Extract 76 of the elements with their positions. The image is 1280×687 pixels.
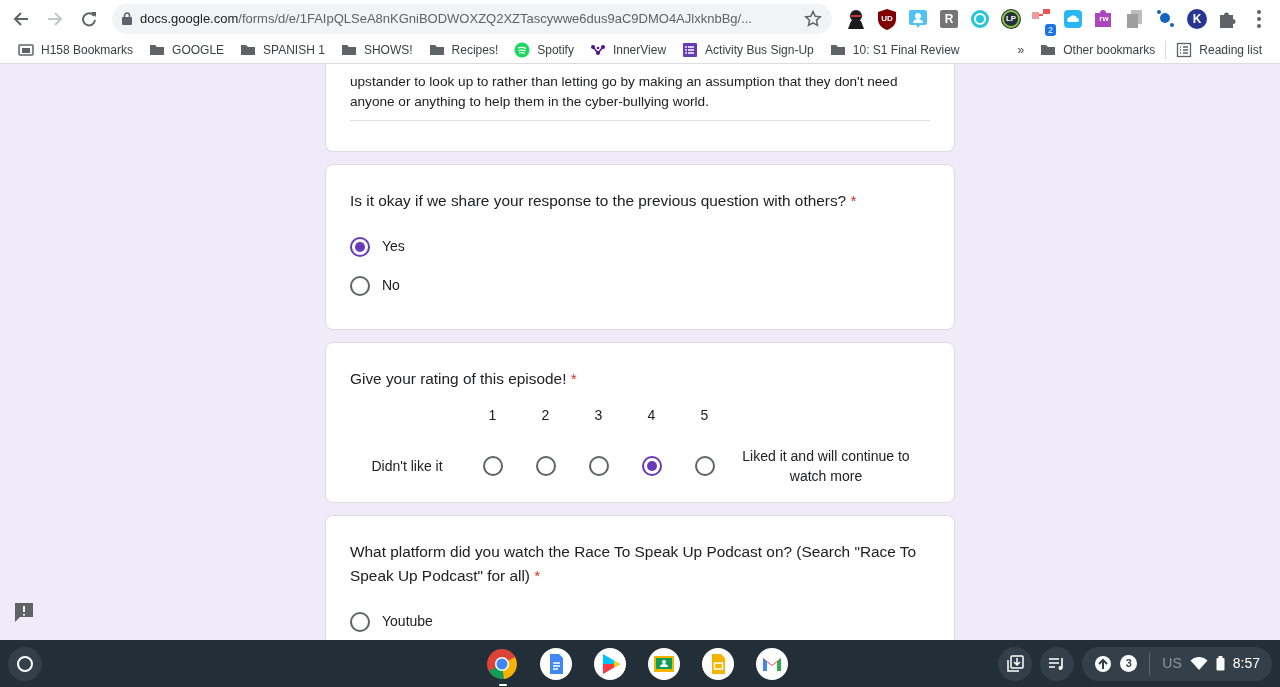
option-label: Yes [382, 237, 405, 256]
letter-button[interactable]: R [937, 3, 961, 34]
feedback-icon[interactable] [13, 601, 35, 623]
bookmark[interactable]: SHOWS! [332, 41, 421, 59]
scale-number: 4 [647, 406, 656, 425]
puzzle-button[interactable]: rw [1092, 3, 1116, 34]
bookmark[interactable]: H158 Bookmarks [10, 41, 142, 59]
url-text: docs.google.com/forms/d/e/1FAIpQLSeA8nKGniBODWOXZQ2XZTascywwe6dus9aC9DMO4AJlxknbBg/... [140, 9, 752, 28]
question-title: Give your rating of this episode! * [350, 369, 578, 389]
radio-button[interactable] [482, 456, 503, 476]
upload-icon [1094, 654, 1113, 673]
media-controls-button[interactable] [1040, 646, 1075, 681]
option-label: No [382, 276, 400, 295]
launcher-button[interactable] [8, 646, 42, 681]
overflow-button[interactable]: » [1009, 41, 1033, 59]
folder-icon [428, 42, 445, 58]
chrome-icon [486, 647, 518, 680]
clock-time: 8:57 [1232, 654, 1260, 673]
scale-low-label: Didn't like it [371, 456, 443, 476]
app-button[interactable] [540, 647, 572, 680]
app-button[interactable] [756, 647, 788, 680]
status-tray[interactable]: 3 US 8:57 [1082, 646, 1272, 681]
bookmark[interactable]: InnerView [581, 41, 675, 59]
question-title: What platform did you watch the Race To Speak Up Podcast on? (Search "Race To Speak Up Podcast" for all) * [350, 542, 918, 586]
envelope-m-icon [756, 647, 788, 680]
radio-button[interactable] [535, 456, 556, 476]
scale-number: 1 [488, 406, 497, 425]
bookmark[interactable]: Other bookmarks [1032, 41, 1164, 59]
scale-number: 3 [594, 406, 603, 425]
badge-count: 2 [1045, 23, 1056, 36]
reload-icon [81, 10, 97, 27]
form-list-icon [682, 42, 699, 58]
radio-button[interactable] [641, 456, 662, 476]
classroom-board-icon [648, 647, 680, 680]
list-icon [1176, 42, 1193, 58]
radio-button[interactable] [350, 611, 370, 632]
radio-button[interactable] [350, 236, 370, 257]
reading-list-button[interactable]: Reading list [1168, 41, 1270, 59]
document-icon [540, 647, 572, 680]
app-button[interactable] [594, 647, 626, 680]
wifi-icon [1189, 656, 1208, 671]
folder-icon [829, 42, 846, 58]
folder-icon [340, 42, 357, 58]
notification-count: 3 [1120, 655, 1138, 672]
folder-icon [149, 42, 166, 58]
bookmark[interactable]: Spotify [506, 41, 582, 59]
bookmark[interactable]: Activity Bus Sign-Up [674, 41, 822, 59]
bookmark[interactable]: Recipes! [420, 41, 507, 59]
address-bar[interactable]: docs.google.com/forms/d/e/1FAIpQLSeA8nKGniBODWOXZQ2XZTascywwe6dus9aC9DMO4AJlxknbBg/... [112, 3, 832, 34]
question-title: Is it okay if we share your response to the previous question with others? * [350, 191, 858, 211]
download-images-icon [1006, 654, 1025, 673]
radio-button[interactable] [350, 275, 370, 296]
radio-button[interactable] [694, 456, 715, 476]
battery-icon [1215, 656, 1225, 671]
nodes-icon [589, 42, 606, 58]
answer-text: upstander to look up to rather than letting go by making an assumption that they don't need anyone or anything to help them in the cyber-bullying world. [350, 72, 930, 121]
circle-icon [16, 654, 34, 673]
app-button[interactable] [648, 647, 680, 680]
star-icon[interactable] [804, 9, 822, 28]
input-method-label: US [1162, 654, 1182, 673]
radio-button[interactable] [588, 456, 609, 476]
managed-folder-icon [18, 42, 34, 58]
scale-number: 2 [541, 406, 550, 425]
lock-icon [122, 12, 132, 25]
spotify-icon [514, 42, 531, 58]
bookmark[interactable]: GOOGLE [141, 41, 233, 59]
app-button[interactable] [702, 647, 734, 680]
holding-space-button[interactable] [998, 646, 1033, 681]
folder-icon [1040, 42, 1057, 58]
slides-icon [702, 647, 734, 680]
scale-number: 5 [700, 406, 709, 425]
bookmark[interactable]: 10: S1 Final Review [821, 41, 968, 59]
bookmark[interactable]: SPANISH 1 [232, 41, 333, 59]
option-label: Youtube [382, 612, 433, 631]
folder-icon [240, 42, 257, 58]
scale-high-label: Liked it and will continue to watch more [741, 447, 911, 486]
